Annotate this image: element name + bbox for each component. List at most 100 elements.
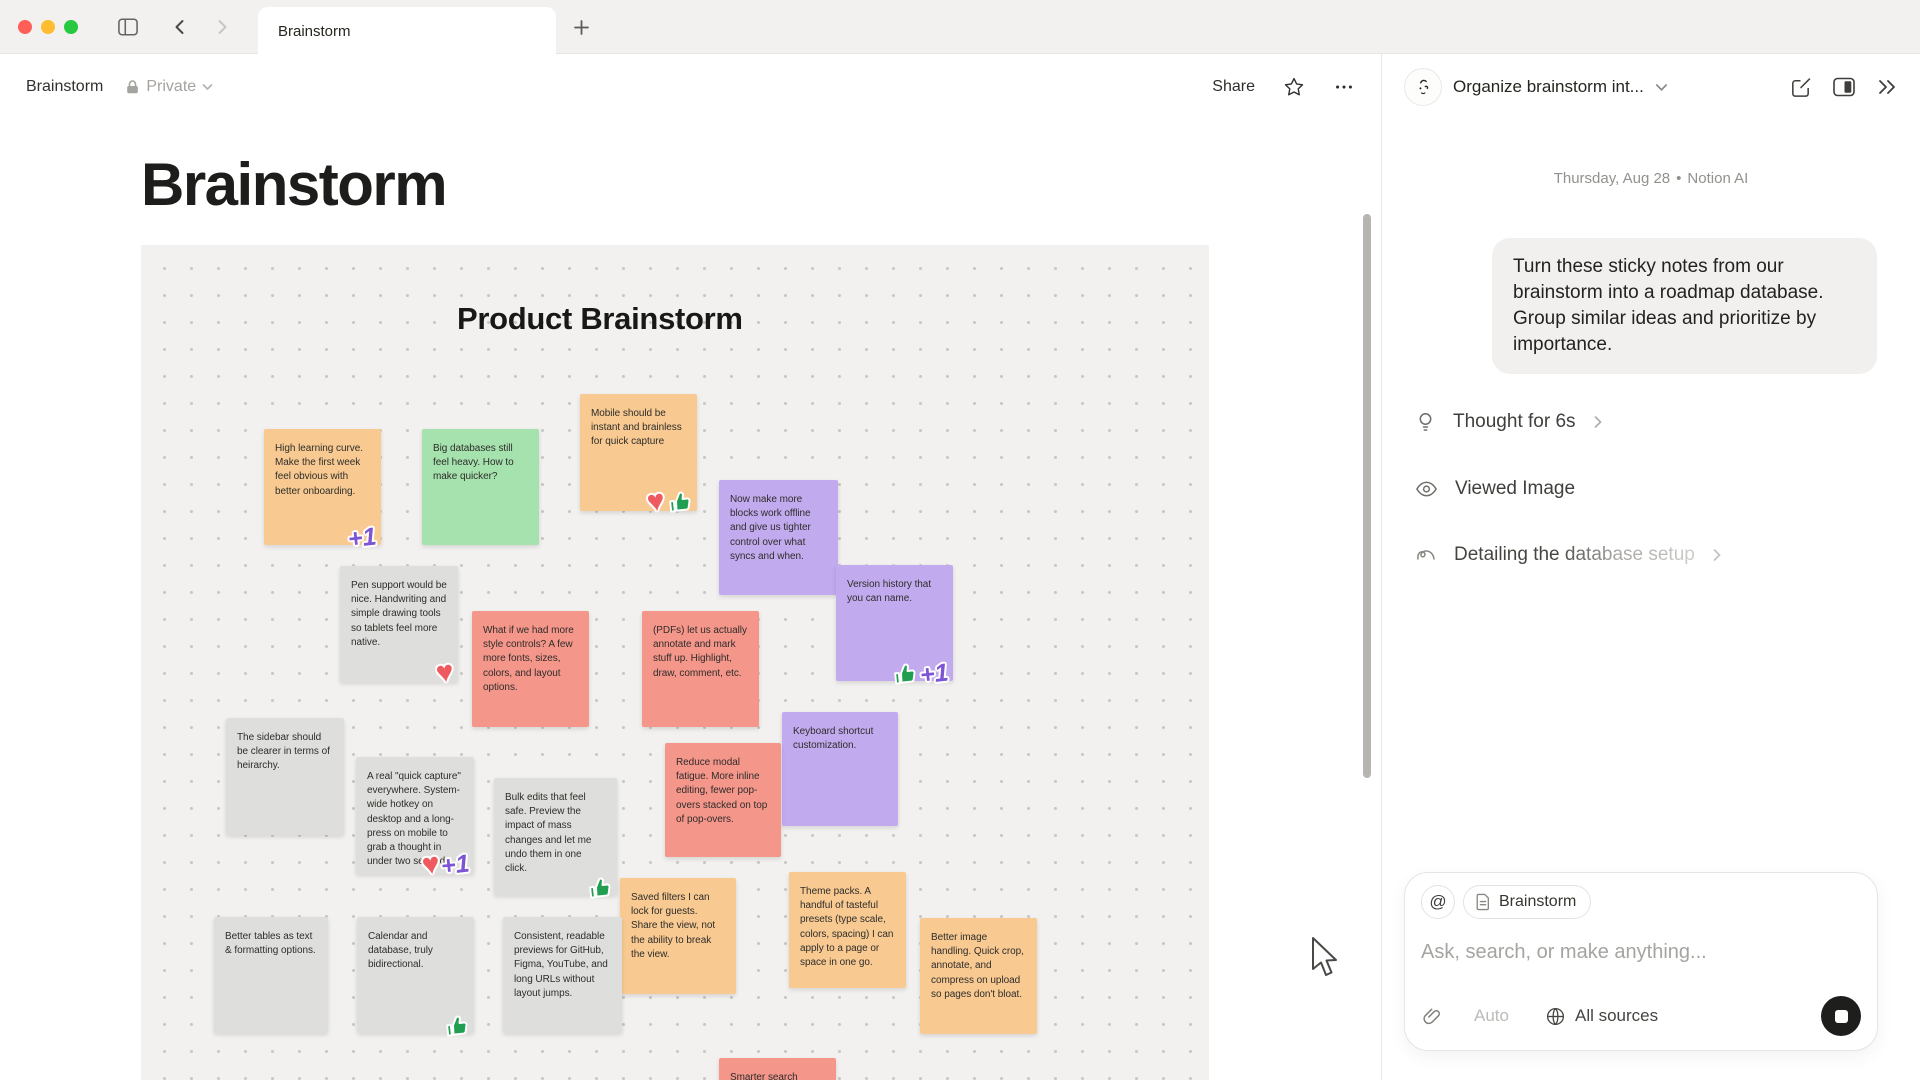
sticky-note[interactable]: Better image handling. Quick crop, annot… bbox=[920, 918, 1037, 1034]
forward-icon[interactable] bbox=[208, 14, 236, 40]
toggle-sidebar-icon[interactable] bbox=[114, 14, 142, 40]
context-chip-brainstorm[interactable]: Brainstorm bbox=[1463, 885, 1591, 919]
eye-icon bbox=[1415, 480, 1438, 498]
page-main: Brainstorm Private Share bbox=[0, 54, 1381, 1080]
mouse-cursor bbox=[1310, 936, 1344, 980]
page-toolbar: Brainstorm Private Share bbox=[0, 54, 1381, 120]
sticky-note-text: What if we had more style controls? A fe… bbox=[483, 624, 578, 695]
page-title: Brainstorm bbox=[141, 150, 446, 219]
sources-selector[interactable]: All sources bbox=[1545, 1006, 1658, 1027]
lock-icon bbox=[125, 79, 140, 95]
sticky-note-text: High learning curve. Make the first week… bbox=[275, 442, 370, 499]
sticky-note[interactable]: High learning curve. Make the first week… bbox=[264, 429, 381, 545]
user-message-bubble: Turn these sticky notes from our brainst… bbox=[1492, 238, 1877, 374]
ai-input[interactable]: Ask, search, or make anything... bbox=[1421, 941, 1861, 964]
page-icon bbox=[1475, 893, 1491, 911]
sticker-row: ♥+1 bbox=[422, 850, 470, 880]
status-viewed-image[interactable]: Viewed Image bbox=[1415, 474, 1575, 504]
sticky-note-text: Version history that you can name. bbox=[847, 578, 942, 606]
sticky-note-text: Calendar and database, truly bidirection… bbox=[368, 930, 463, 973]
sticky-note-text: (PDFs) let us actually annotate and mark… bbox=[653, 624, 748, 681]
thumbs-up-sticker-icon bbox=[892, 661, 918, 687]
collapse-panel-icon[interactable] bbox=[1876, 77, 1898, 97]
panel-layout-icon[interactable] bbox=[1832, 76, 1856, 98]
sticky-note[interactable]: A real "quick capture" everywhere. Syste… bbox=[356, 757, 474, 874]
chevron-right-icon bbox=[1593, 415, 1603, 429]
sticky-note-text: Better tables as text & formatting optio… bbox=[225, 930, 317, 958]
ai-panel: Organize brainstorm int... bbox=[1381, 54, 1920, 1080]
sticky-note[interactable]: Keyboard shortcut customization. bbox=[782, 712, 898, 826]
board-title: Product Brainstorm bbox=[457, 301, 743, 337]
new-tab-button[interactable] bbox=[566, 14, 596, 40]
sticky-note[interactable]: Bulk edits that feel safe. Preview the i… bbox=[494, 778, 617, 895]
sticker-row: +1 bbox=[892, 661, 949, 687]
heart-sticker-icon: ♥ bbox=[420, 849, 442, 881]
stop-icon bbox=[1835, 1010, 1848, 1023]
sticky-note[interactable]: What if we had more style controls? A fe… bbox=[472, 611, 589, 727]
sticky-note-text: Keyboard shortcut customization. bbox=[793, 725, 887, 753]
sticky-note[interactable]: Consistent, readable previews for GitHub… bbox=[503, 917, 622, 1033]
sticky-note[interactable]: Better tables as text & formatting optio… bbox=[214, 917, 328, 1033]
sticker-row: ♥ bbox=[436, 658, 454, 688]
vertical-scrollbar[interactable] bbox=[1363, 214, 1371, 778]
conversation-date: Thursday, Aug 28•Notion AI bbox=[1382, 170, 1920, 187]
privacy-label: Private bbox=[146, 78, 196, 96]
sticky-note-text: Saved filters I can lock for guests. Sha… bbox=[631, 891, 725, 962]
mode-selector[interactable]: Auto bbox=[1474, 1006, 1509, 1026]
traffic-lights bbox=[18, 20, 78, 34]
tab-brainstorm[interactable]: Brainstorm bbox=[258, 7, 556, 55]
sticky-note[interactable]: Version history that you can name.+1 bbox=[836, 565, 953, 681]
sticky-note-text: Now make more blocks work offline and gi… bbox=[730, 493, 827, 564]
globe-icon bbox=[1545, 1006, 1566, 1027]
attach-icon[interactable] bbox=[1421, 1006, 1442, 1027]
status-detailing[interactable]: Detailing the database setup bbox=[1415, 540, 1722, 570]
plus-one-sticker: +1 bbox=[919, 660, 950, 688]
sticky-note[interactable]: Mobile should be instant and brainless f… bbox=[580, 394, 697, 511]
thumbs-up-sticker-icon bbox=[587, 875, 613, 901]
stop-generating-button[interactable] bbox=[1821, 996, 1861, 1036]
status-thought[interactable]: Thought for 6s bbox=[1415, 407, 1603, 437]
sticky-note[interactable]: Big databases still feel heavy. How to m… bbox=[422, 429, 539, 545]
new-chat-icon[interactable] bbox=[1789, 76, 1812, 99]
share-button[interactable]: Share bbox=[1212, 78, 1255, 96]
sticky-note-text: Consistent, readable previews for GitHub… bbox=[514, 930, 611, 1001]
sticky-note[interactable]: The sidebar should be clearer in terms o… bbox=[226, 718, 344, 835]
more-options-icon[interactable] bbox=[1333, 76, 1355, 98]
sticky-note[interactable]: Reduce modal fatigue. More inline editin… bbox=[665, 743, 781, 857]
sticky-note[interactable]: Pen support would be nice. Handwriting a… bbox=[340, 566, 458, 682]
sticky-note-text: Big databases still feel heavy. How to m… bbox=[433, 442, 528, 485]
sticky-note-text: Better image handling. Quick crop, annot… bbox=[931, 931, 1026, 1002]
sticky-note-text: Theme packs. A handful of tasteful prese… bbox=[800, 885, 895, 970]
back-icon[interactable] bbox=[166, 14, 194, 40]
sticky-note-text: The sidebar should be clearer in terms o… bbox=[237, 731, 333, 774]
sticky-note[interactable]: Smarter search chips. bbox=[719, 1058, 836, 1080]
brainstorm-board[interactable]: Product Brainstorm High learning curve. … bbox=[141, 245, 1209, 1080]
minimize-window-button[interactable] bbox=[41, 20, 55, 34]
lightbulb-icon bbox=[1415, 411, 1436, 433]
tab-title: Brainstorm bbox=[278, 23, 351, 40]
plus-one-sticker: +1 bbox=[440, 851, 471, 879]
zoom-window-button[interactable] bbox=[64, 20, 78, 34]
thumbs-up-sticker-icon bbox=[444, 1013, 470, 1039]
ai-composer[interactable]: @ Brainstorm Ask, search, or make anythi… bbox=[1404, 872, 1878, 1051]
sticky-note[interactable]: (PDFs) let us actually annotate and mark… bbox=[642, 611, 759, 727]
sticky-note-text: Bulk edits that feel safe. Preview the i… bbox=[505, 791, 606, 876]
plus-one-sticker: +1 bbox=[347, 525, 378, 553]
sticky-note[interactable]: Theme packs. A handful of tasteful prese… bbox=[789, 872, 906, 988]
chevron-right-icon bbox=[1712, 548, 1722, 562]
sticky-note[interactable]: Now make more blocks work offline and gi… bbox=[719, 480, 838, 595]
privacy-control[interactable]: Private bbox=[125, 78, 213, 96]
sticky-note[interactable]: Calendar and database, truly bidirection… bbox=[357, 917, 474, 1033]
sticky-note-text: Pen support would be nice. Handwriting a… bbox=[351, 579, 447, 650]
breadcrumb[interactable]: Brainstorm bbox=[26, 78, 103, 96]
favorite-star-icon[interactable] bbox=[1283, 76, 1305, 98]
chevron-down-icon bbox=[202, 83, 213, 91]
chevron-down-icon[interactable] bbox=[1655, 83, 1668, 92]
close-window-button[interactable] bbox=[18, 20, 32, 34]
heart-sticker-icon: ♥ bbox=[434, 657, 456, 689]
loop-icon bbox=[1415, 546, 1437, 564]
sticky-note[interactable]: Saved filters I can lock for guests. Sha… bbox=[620, 878, 736, 994]
ai-thread-title[interactable]: Organize brainstorm int... bbox=[1453, 77, 1644, 97]
mention-button[interactable]: @ bbox=[1421, 885, 1455, 919]
sticky-note-text: Smarter search chips. bbox=[730, 1071, 825, 1080]
